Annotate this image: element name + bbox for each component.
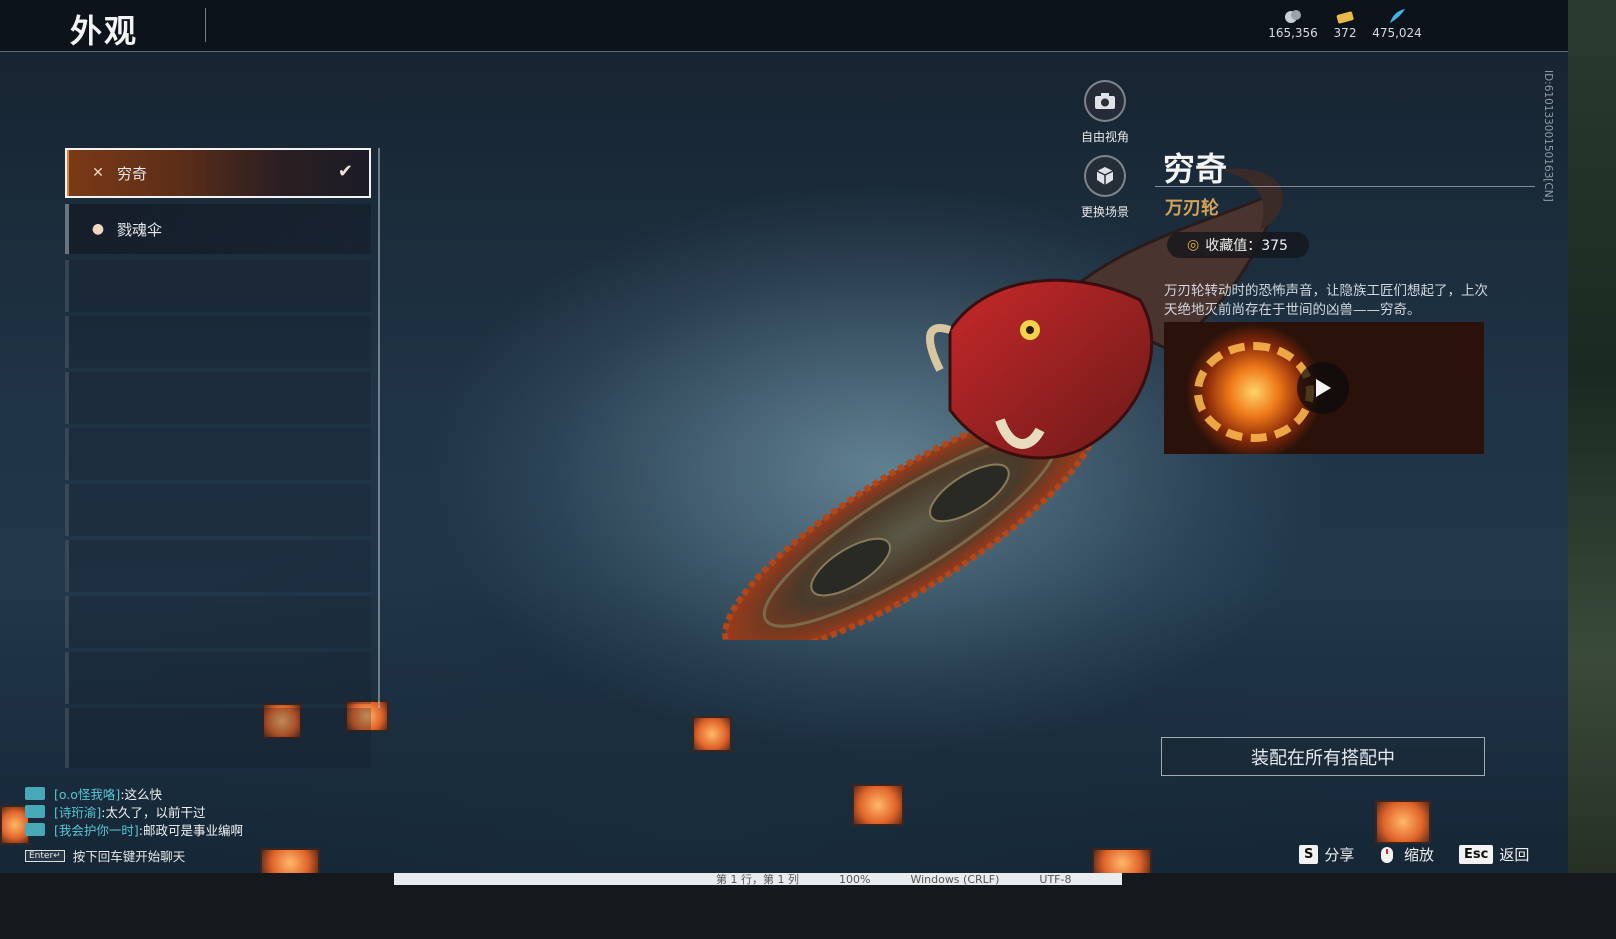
chat-line: [我会护你一时] :邮政可是事业编啊 [25, 820, 243, 838]
gold-ticket-icon [1336, 11, 1354, 24]
blue-feather-icon [1390, 9, 1405, 23]
chat-sender[interactable]: [o.o怪我咯] [54, 784, 120, 803]
checkmark-icon: ✔ [337, 161, 353, 182]
editor-cursor-position: 第 1 行，第 1 列 [716, 873, 799, 885]
free-view-label: 自由视角 [1080, 130, 1129, 144]
zoom-key-hint[interactable]: 缩放 [1378, 844, 1434, 865]
preview-video[interactable] [1164, 322, 1484, 454]
share-key-hint[interactable]: S 分享 [1299, 844, 1354, 865]
game-viewport: 外观 165,356 372 475,024 ✕ 穷奇 ✔ ● 戮魂伞 自由视角… [0, 0, 1568, 900]
empty-slot [65, 372, 371, 424]
free-view-button[interactable]: 自由视角 [1075, 80, 1135, 145]
chat-sender[interactable]: [诗珩渝] [54, 802, 101, 821]
video-thumbnail-art [1194, 342, 1314, 442]
collection-gem-icon: ◎ [1187, 237, 1200, 253]
editor-encoding: UTF-8 [1039, 873, 1072, 885]
back-label: 返回 [1499, 846, 1530, 864]
editor-zoom: 100% [838, 873, 871, 885]
item-name-divider [1155, 186, 1535, 187]
cube-icon [1084, 155, 1126, 197]
share-label: 分享 [1324, 846, 1355, 864]
list-item-luhunsan[interactable]: ● 戮魂伞 [65, 204, 371, 254]
desktop-background-edge [1568, 0, 1616, 939]
chat-input-hint[interactable]: Enter↵ 按下回车键开始聊天 [25, 846, 185, 865]
page-title: 外观 [70, 12, 139, 50]
droplet-icon: ● [91, 221, 105, 237]
collection-value-badge: ◎ 收藏值：375 [1167, 232, 1309, 258]
item-name: 穷奇 [1163, 150, 1228, 188]
server-id: ID:6101330015016З[CN] [1542, 70, 1554, 202]
list-item-qiongqi[interactable]: ✕ 穷奇 ✔ [65, 148, 371, 198]
currency-gold-value: 372 [1333, 26, 1357, 40]
play-icon[interactable] [1297, 362, 1349, 414]
key-cap-s: S [1299, 845, 1319, 864]
floating-lantern [852, 784, 904, 826]
mouse-icon [1381, 846, 1393, 863]
silver-coins-icon [1285, 10, 1301, 23]
key-cap-esc: Esc [1459, 845, 1494, 864]
chat-sender[interactable]: [我会护你一时] [54, 820, 139, 839]
collection-value-text: 收藏值：375 [1205, 238, 1288, 254]
item-type: 万刃轮 [1165, 198, 1219, 219]
currency-blue[interactable]: 475,024 [1372, 8, 1422, 40]
top-bar-divider [0, 51, 1568, 52]
list-item-label: 穷奇 [117, 164, 148, 183]
floating-lantern [1375, 800, 1431, 844]
currency-blue-value: 475,024 [1372, 26, 1422, 40]
change-scene-label: 更换场景 [1080, 205, 1129, 219]
chat-message: :邮政可是事业编啊 [138, 822, 243, 838]
currency-silver[interactable]: 165,356 [1268, 8, 1318, 40]
chat-message: :这么快 [120, 786, 163, 802]
empty-slot [65, 316, 371, 368]
chat-hint-text: 按下回车键开始聊天 [72, 849, 186, 864]
title-divider [205, 8, 206, 42]
empty-slot [65, 596, 371, 648]
equip-all-outfits-button[interactable]: 装配在所有搭配中 [1161, 737, 1485, 776]
empty-slot [65, 260, 371, 312]
crossed-blades-icon: ✕ [92, 165, 104, 181]
appearance-list: ✕ 穷奇 ✔ ● 戮魂伞 [65, 148, 381, 773]
change-scene-button[interactable]: 更换场景 [1075, 155, 1135, 220]
camera-icon [1084, 80, 1126, 122]
empty-slot [65, 652, 371, 704]
list-scrollbar[interactable] [378, 148, 380, 708]
back-key-hint[interactable]: Esc 返回 [1459, 844, 1529, 865]
text-editor-status-bar: 第 1 行，第 1 列 100% Windows (CRLF) UTF-8 [394, 873, 1122, 885]
top-bar: 外观 165,356 372 475,024 [0, 0, 1568, 52]
zoom-label: 缩放 [1404, 846, 1435, 864]
empty-slot [65, 428, 371, 480]
empty-slot [65, 540, 371, 592]
chat-line: [o.o怪我咯] :这么快 [25, 784, 243, 802]
empty-slot [65, 708, 371, 768]
currency-gold[interactable]: 372 [1330, 8, 1360, 40]
chat-message: :太久了，以前干过 [101, 804, 206, 820]
chat-channel-icon [25, 786, 45, 800]
enter-key-icon: Enter↵ [25, 849, 65, 862]
empty-slot [65, 484, 371, 536]
currency-silver-value: 165,356 [1268, 26, 1318, 40]
floating-lantern [692, 716, 732, 752]
chat-channel-icon [25, 822, 45, 836]
editor-line-ending: Windows (CRLF) [910, 873, 1000, 885]
item-description: 万刃轮转动时的恐怖声音，让隐族工匠们想起了，上次天绝地灭前尚存在于世间的凶兽——… [1164, 283, 1488, 318]
chat-channel-icon [25, 804, 45, 818]
chat-line: [诗珩渝] :太久了，以前干过 [25, 802, 243, 820]
list-item-label: 戮魂伞 [117, 220, 163, 239]
chat-log: [o.o怪我咯] :这么快 [诗珩渝] :太久了，以前干过 [我会护你一时] :… [25, 784, 243, 838]
